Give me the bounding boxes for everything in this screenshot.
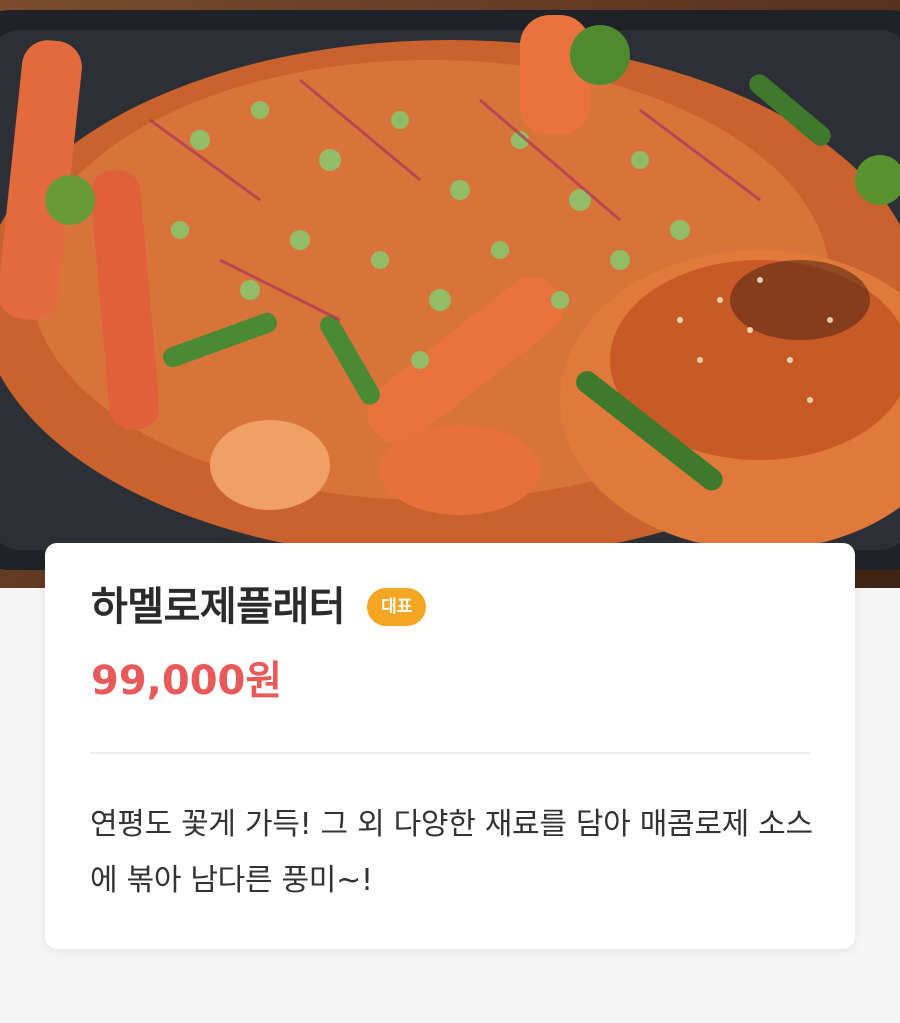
title-row: 하멜로제플래터 대표 (91, 584, 427, 630)
menu-item-price: 99,000원 (91, 658, 283, 704)
divider (90, 752, 810, 754)
menu-item-card[interactable]: 하멜로제플래터 대표 99,000원 연평도 꽃게 가득! 그 외 다양한 재료… (45, 543, 855, 949)
seafood-platter-image (0, 10, 900, 570)
menu-photo (0, 0, 900, 588)
menu-item-description: 연평도 꽃게 가득! 그 외 다양한 재료를 담아 매콤로제 소스에 볶아 남다… (90, 807, 813, 898)
menu-item-name: 하멜로제플래터 (91, 584, 346, 630)
signature-badge: 대표 (367, 588, 427, 626)
